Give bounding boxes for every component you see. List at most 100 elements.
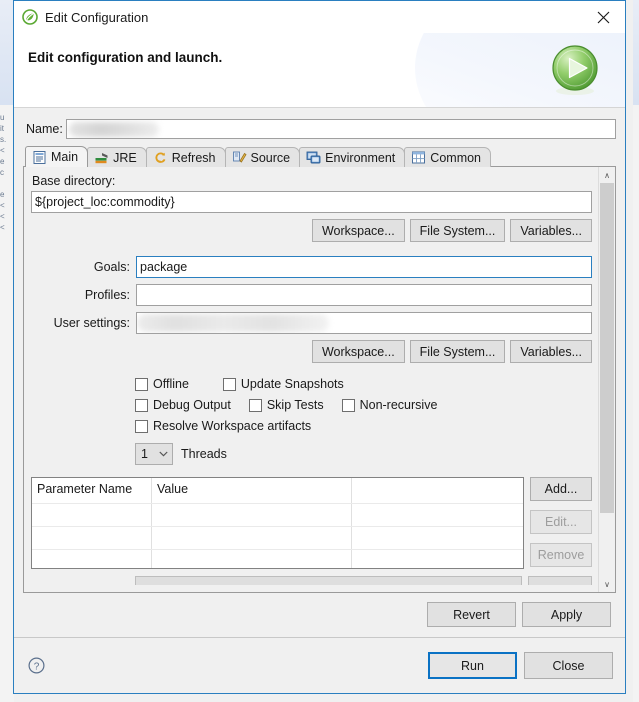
- main-tab-content: Base directory: ${project_loc:commodity}…: [24, 167, 598, 592]
- goals-row: Goals: package: [31, 256, 592, 278]
- checkbox-non-recursive[interactable]: Non-recursive: [341, 398, 438, 412]
- vertical-scrollbar[interactable]: ∧ ∨: [598, 167, 615, 592]
- parameters-area: Parameter Name Value Add... Edit... Remo…: [31, 477, 592, 569]
- checkbox-resolve-workspace-artifacts-box[interactable]: [135, 419, 148, 433]
- threads-select[interactable]: 1: [135, 443, 173, 465]
- checkbox-debug-output[interactable]: Debug Output: [135, 398, 231, 412]
- checkbox-non-recursive-label: Non-recursive: [359, 398, 438, 412]
- common-table-icon: [412, 151, 426, 164]
- user-settings-label: User settings:: [53, 316, 130, 330]
- revert-button[interactable]: Revert: [427, 602, 516, 627]
- checkbox-skip-tests[interactable]: Skip Tests: [248, 398, 324, 412]
- checkbox-update-snapshots-box[interactable]: [222, 377, 236, 391]
- checkbox-resolve-workspace-artifacts[interactable]: Resolve Workspace artifacts: [135, 419, 311, 433]
- goals-label: Goals:: [93, 260, 130, 274]
- column-header-parameter-name: Parameter Name: [32, 478, 152, 503]
- name-input[interactable]: [65, 119, 616, 139]
- settings-filesystem-button[interactable]: File System...: [409, 340, 506, 363]
- threads-label: Threads: [181, 447, 227, 461]
- name-redaction: [68, 122, 159, 137]
- table-row[interactable]: [32, 549, 523, 568]
- threads-value: 1: [141, 447, 148, 461]
- scroll-up-icon[interactable]: ∧: [599, 167, 615, 183]
- tab-common-label: Common: [430, 150, 482, 165]
- name-row: Name:: [26, 119, 616, 139]
- dialog-titlebar: Edit Configuration: [14, 1, 625, 33]
- goals-value: package: [140, 260, 188, 274]
- tab-panel-main: Base directory: ${project_loc:commodity}…: [23, 166, 616, 593]
- table-row[interactable]: [32, 503, 523, 526]
- tab-environment[interactable]: Environment: [299, 147, 406, 167]
- checkbox-debug-output-label: Debug Output: [153, 398, 231, 412]
- edit-parameter-button: Edit...: [530, 510, 592, 534]
- tab-jre-label: JRE: [113, 150, 137, 165]
- checkbox-update-snapshots[interactable]: Update Snapshots: [222, 377, 344, 391]
- run-button[interactable]: Run: [428, 652, 517, 679]
- name-label: Name:: [26, 122, 63, 136]
- clipped-controls-row: [31, 576, 592, 585]
- scrollbar-track[interactable]: [599, 183, 615, 576]
- column-header-extra: [352, 478, 523, 503]
- close-icon[interactable]: [581, 2, 625, 33]
- tab-jre[interactable]: JRE: [87, 147, 147, 167]
- parameters-table[interactable]: Parameter Name Value: [31, 477, 524, 569]
- options-checkbox-group: Offline Update Snapshots Debug Output Sk…: [135, 377, 592, 465]
- svg-text:?: ?: [34, 661, 40, 672]
- scroll-down-icon[interactable]: ∨: [599, 576, 615, 592]
- maven-leaf-icon: [22, 9, 38, 25]
- help-question-icon[interactable]: ?: [28, 657, 45, 674]
- tab-main[interactable]: Main: [25, 146, 89, 167]
- close-button[interactable]: Close: [524, 652, 613, 679]
- base-directory-input[interactable]: ${project_loc:commodity}: [31, 191, 592, 213]
- tab-source[interactable]: Source: [224, 147, 301, 167]
- parameters-button-column: Add... Edit... Remove: [530, 477, 592, 569]
- apply-button[interactable]: Apply: [522, 602, 611, 627]
- tab-environment-label: Environment: [325, 150, 396, 165]
- dialog-body: Name: Main JRE Refresh Source Environmen…: [14, 108, 625, 637]
- profiles-input[interactable]: [136, 284, 592, 306]
- base-variables-button[interactable]: Variables...: [510, 219, 592, 242]
- base-directory-button-row: Workspace... File System... Variables...: [31, 219, 592, 242]
- background-gradient-band-right: [633, 0, 639, 105]
- checkbox-offline-label: Offline: [153, 377, 189, 391]
- checkbox-line-2: Debug Output Skip Tests Non-recursive: [135, 398, 592, 412]
- add-parameter-button[interactable]: Add...: [530, 477, 592, 501]
- profiles-label: Profiles:: [84, 288, 130, 302]
- scrollbar-thumb[interactable]: [600, 183, 614, 514]
- checkbox-skip-tests-label: Skip Tests: [266, 398, 324, 412]
- table-row[interactable]: [32, 526, 523, 549]
- main-document-icon: [33, 150, 46, 164]
- tab-source-label: Source: [250, 150, 291, 165]
- checkbox-offline[interactable]: Offline: [135, 377, 189, 391]
- checkbox-non-recursive-box[interactable]: [341, 398, 355, 412]
- banner-heading: Edit configuration and launch.: [28, 50, 223, 65]
- dialog-footer: ? Run Close: [14, 637, 625, 693]
- green-run-play-icon: [552, 45, 598, 95]
- background-gradient-band: [0, 0, 14, 105]
- dialog-title: Edit Configuration: [45, 9, 149, 25]
- user-settings-redaction: [137, 314, 329, 332]
- checkbox-debug-output-box[interactable]: [135, 398, 148, 412]
- tab-refresh-label: Refresh: [171, 150, 216, 165]
- base-workspace-button[interactable]: Workspace...: [311, 219, 405, 242]
- checkbox-skip-tests-box[interactable]: [248, 398, 262, 412]
- source-pencil-icon: [232, 151, 247, 163]
- jre-books-icon: [95, 153, 108, 164]
- user-settings-input[interactable]: [136, 312, 592, 334]
- tab-main-label: Main: [51, 150, 79, 164]
- tab-common[interactable]: Common: [404, 147, 492, 167]
- environment-icon: [306, 151, 321, 164]
- user-settings-button-row: Workspace... File System... Variables...: [31, 340, 592, 363]
- settings-variables-button[interactable]: Variables...: [510, 340, 592, 363]
- clipped-control-b: [528, 576, 592, 585]
- checkbox-offline-box[interactable]: [135, 377, 148, 391]
- checkbox-line-3: Resolve Workspace artifacts: [135, 419, 592, 433]
- tab-refresh[interactable]: Refresh: [145, 147, 226, 167]
- remove-parameter-button: Remove: [530, 543, 592, 567]
- base-filesystem-button[interactable]: File System...: [409, 219, 506, 242]
- goals-input[interactable]: package: [136, 256, 592, 278]
- background-window-right-sliver: [633, 0, 639, 702]
- checkbox-line-1: Offline Update Snapshots: [135, 377, 592, 391]
- settings-workspace-button[interactable]: Workspace...: [311, 340, 405, 363]
- threads-row: 1 Threads: [135, 443, 592, 465]
